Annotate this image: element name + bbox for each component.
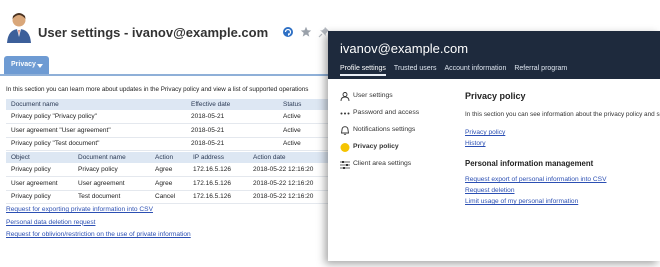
table-cell: Cancel — [150, 190, 188, 205]
account-header: ivanov@example.com Profile settings Trus… — [328, 31, 660, 79]
table-cell: Privacy policy — [73, 163, 150, 177]
column-header: Action — [150, 152, 188, 163]
table-cell: 2018-05-21 — [186, 123, 278, 138]
sidebar-item-password[interactable]: Password and access — [338, 106, 456, 123]
limit-usage-link[interactable]: Limit usage of my personal information — [465, 198, 660, 205]
star-icon[interactable] — [300, 25, 312, 37]
chevron-down-icon — [37, 64, 43, 68]
tab-profile-settings[interactable]: Profile settings — [340, 65, 386, 76]
deletion-request-link[interactable]: Personal data deletion request — [6, 219, 191, 232]
sidebar-item-notifications[interactable]: Notifications settings — [338, 123, 456, 140]
table-cell: User agreement "User agreement" — [6, 123, 186, 138]
column-header: Effective date — [186, 99, 278, 110]
privacy-intro-text: In this section you can learn more about… — [6, 86, 309, 93]
table-cell: 172.16.5.126 — [188, 190, 248, 205]
table-row: User agreement "User agreement" 2018-05-… — [6, 123, 328, 138]
table-cell: User agreement — [73, 176, 150, 191]
table-cell: Active — [278, 137, 328, 152]
tab-bar: Privacy — [0, 56, 330, 76]
content-title: Privacy policy — [465, 91, 526, 101]
column-header: Document name — [6, 99, 186, 110]
column-header: Object — [6, 152, 73, 163]
table-cell: Privacy policy "Test document" — [6, 137, 186, 152]
old-header: User settings - ivanov@example.com — [0, 0, 330, 52]
table-cell: 2018-05-21 — [186, 110, 278, 124]
tab-privacy-label: Privacy — [11, 61, 36, 68]
column-header: Action date — [248, 152, 328, 163]
table-header-row: Object Document name Action IP address A… — [6, 152, 328, 163]
table-header-row: Document name Effective date Status — [6, 99, 328, 110]
table-cell: Active — [278, 123, 328, 138]
sidebar-item-user-settings[interactable]: User settings — [338, 89, 456, 106]
table-row: Privacy policy Privacy policy Agree 172.… — [6, 163, 328, 177]
column-header: Status — [278, 99, 328, 110]
table-cell: User agreement — [6, 176, 73, 191]
sidebar-item-label: Notifications settings — [353, 126, 416, 133]
old-settings-panel: User settings - ivanov@example.com Priva… — [0, 0, 330, 267]
table-cell: 2018-05-22 12:16:20 — [248, 190, 328, 205]
table-row: Privacy policy "Test document" 2018-05-2… — [6, 137, 328, 152]
tab-referral-program[interactable]: Referral program — [514, 65, 567, 76]
column-header: Document name — [73, 152, 150, 163]
page-title: User settings - ivanov@example.com — [38, 25, 269, 40]
settings-sidebar: User settings Password and access Notifi… — [338, 89, 456, 174]
sidebar-item-label: Client area settings — [353, 160, 412, 167]
column-header: IP address — [188, 152, 248, 163]
section-title: Personal information management — [465, 159, 594, 168]
table-cell: Privacy policy — [6, 190, 73, 205]
table-cell: Test document — [73, 190, 150, 205]
export-csv-request-link[interactable]: Request for exporting private informatio… — [6, 206, 191, 219]
sidebar-item-label: Privacy policy — [353, 143, 399, 150]
table-row: Privacy policy Test document Cancel 172.… — [6, 190, 328, 205]
sidebar-item-client-area[interactable]: Client area settings — [338, 157, 456, 174]
password-icon — [340, 112, 350, 115]
user-icon — [340, 92, 350, 101]
content-intro: In this section you can see information … — [465, 111, 660, 118]
documents-table: Document name Effective date Status Priv… — [6, 99, 328, 152]
table-cell: Privacy policy "Privacy policy" — [6, 110, 186, 124]
table-row: Privacy policy "Privacy policy" 2018-05-… — [6, 110, 328, 124]
sidebar-item-privacy-policy[interactable]: Privacy policy — [338, 140, 456, 157]
request-deletion-link[interactable]: Request deletion — [465, 187, 660, 194]
account-tabs: Profile settings Trusted users Account i… — [340, 65, 567, 76]
actions-table: Object Document name Action IP address A… — [6, 152, 328, 205]
tab-account-information[interactable]: Account information — [444, 65, 506, 76]
user-avatar-icon — [7, 13, 31, 43]
table-row: User agreement User agreement Agree 172.… — [6, 176, 328, 191]
privacy-policy-link[interactable]: Privacy policy — [465, 129, 660, 136]
new-settings-panel: ivanov@example.com Profile settings Trus… — [328, 31, 660, 261]
table-cell: Agree — [150, 163, 188, 177]
privacy-content: Privacy policy In this section you can s… — [465, 89, 660, 205]
export-csv-link[interactable]: Request export of personal information i… — [465, 176, 660, 183]
account-email: ivanov@example.com — [340, 41, 469, 56]
table-cell: Privacy policy — [6, 163, 73, 177]
table-cell: 2018-05-22 12:16:20 — [248, 176, 328, 191]
table-cell: 2018-05-21 — [186, 137, 278, 152]
refresh-icon[interactable] — [282, 25, 294, 37]
sidebar-item-label: Password and access — [353, 109, 420, 116]
oblivion-request-link[interactable]: Request for oblivion/restriction on the … — [6, 231, 191, 244]
history-link[interactable]: History — [465, 140, 660, 147]
table-cell: Active — [278, 110, 328, 124]
tab-privacy[interactable]: Privacy — [4, 56, 49, 74]
sidebar-item-label: User settings — [353, 92, 393, 99]
gdpr-badge-icon — [340, 143, 350, 152]
table-cell: 172.16.5.126 — [188, 176, 248, 191]
table-cell: 172.16.5.126 — [188, 163, 248, 177]
table-cell: 2018-05-22 12:16:20 — [248, 163, 328, 177]
bell-icon — [340, 126, 350, 135]
tab-trusted-users[interactable]: Trusted users — [394, 65, 437, 76]
table-cell: Agree — [150, 176, 188, 191]
sliders-icon — [340, 161, 350, 169]
privacy-request-links: Request for exporting private informatio… — [6, 206, 191, 244]
